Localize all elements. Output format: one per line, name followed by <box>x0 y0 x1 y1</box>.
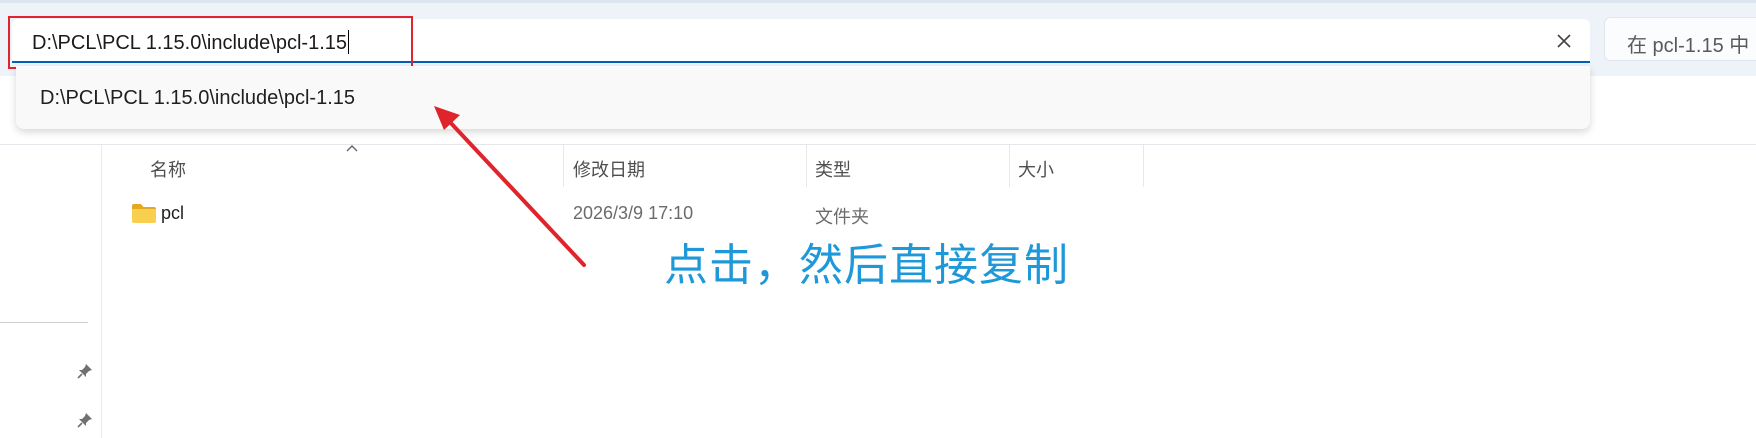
annotation-text: 点击，然后直接复制 <box>664 240 1069 291</box>
column-header-size[interactable]: 大小 <box>1018 156 1054 182</box>
column-separator[interactable] <box>1143 145 1144 187</box>
address-bar[interactable]: D:\PCL\PCL 1.15.0\include\pcl-1.15 <box>12 19 1590 63</box>
column-header-name[interactable]: 名称 <box>150 156 186 182</box>
pin-icon-glyph <box>77 413 92 428</box>
sort-ascending-icon <box>346 145 358 152</box>
column-header-modified[interactable]: 修改日期 <box>573 156 645 182</box>
column-separator[interactable] <box>1009 145 1010 187</box>
address-input[interactable]: D:\PCL\PCL 1.15.0\include\pcl-1.15 <box>32 30 349 54</box>
pin-icon[interactable] <box>74 409 96 431</box>
address-input-value: D:\PCL\PCL 1.15.0\include\pcl-1.15 <box>32 32 347 54</box>
pin-icon[interactable] <box>74 360 96 382</box>
file-modified: 2026/3/9 17:10 <box>573 203 694 223</box>
navigation-pane <box>0 145 102 438</box>
nav-divider <box>0 322 88 323</box>
text-caret <box>348 30 349 54</box>
address-suggestion-item[interactable]: D:\PCL\PCL 1.15.0\include\pcl-1.15 <box>40 87 355 110</box>
close-icon <box>1557 34 1571 48</box>
clear-address-button[interactable] <box>1549 27 1579 55</box>
file-row[interactable]: pcl 2026/3/9 17:10 文件夹 <box>126 198 1146 232</box>
column-separator[interactable] <box>806 145 807 187</box>
toolbar-divider <box>0 144 1756 145</box>
column-header-type[interactable]: 类型 <box>815 156 851 182</box>
file-name: pcl <box>161 203 185 223</box>
annotation-arrow-shaft <box>446 118 586 267</box>
window-top-edge <box>0 0 1756 3</box>
column-separator[interactable] <box>563 145 564 187</box>
search-box[interactable]: 在 pcl-1.15 中 <box>1604 17 1756 61</box>
address-suggestion-dropdown: D:\PCL\PCL 1.15.0\include\pcl-1.15 <box>16 66 1590 129</box>
file-type: 文件夹 <box>815 207 869 227</box>
pin-icon-glyph <box>77 364 92 379</box>
search-input[interactable]: 在 pcl-1.15 中 <box>1627 29 1749 58</box>
folder-icon <box>132 204 156 223</box>
